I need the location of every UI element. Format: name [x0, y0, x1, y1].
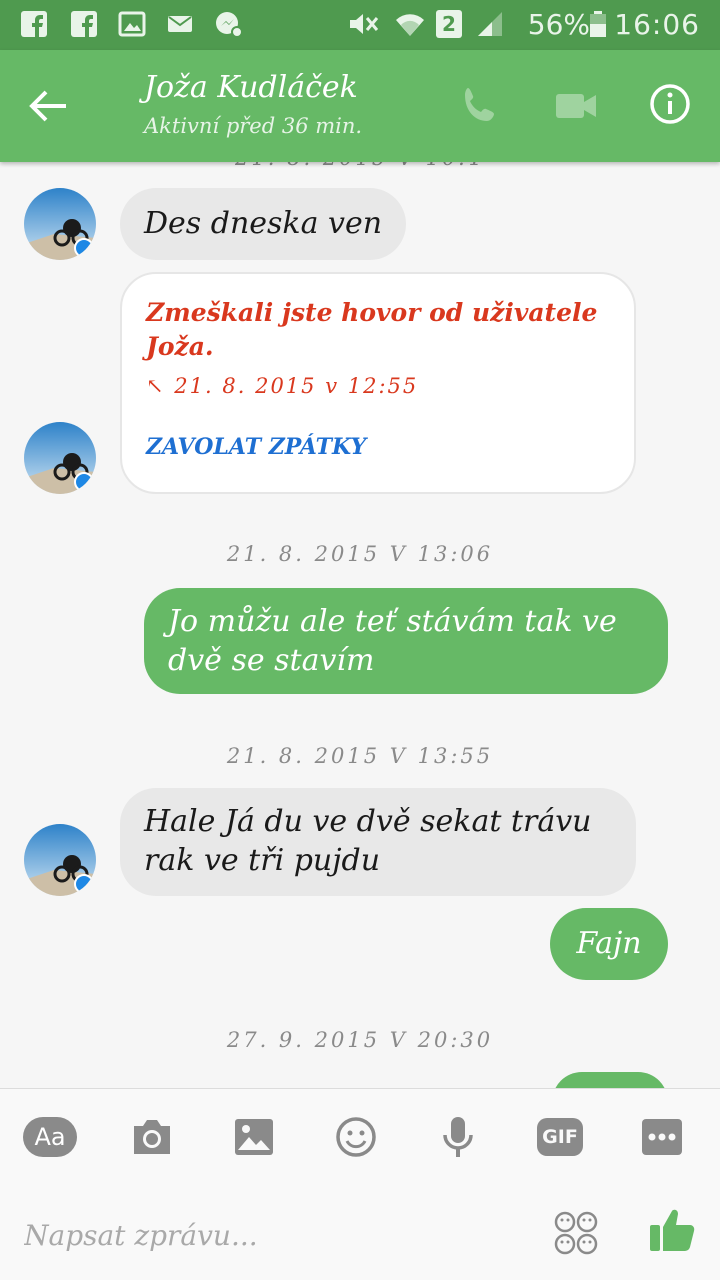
missed-call-text: Zmeškali jste hovor od uživatele Joža.	[146, 298, 598, 361]
more-button[interactable]	[632, 1109, 692, 1165]
battery-percent: 56%	[527, 8, 590, 41]
timestamp: 21. 8. 2015 V 10:1	[0, 162, 720, 170]
messenger-badge-icon	[74, 472, 94, 492]
mute-icon	[350, 14, 379, 34]
gif-label: GIF	[537, 1118, 583, 1156]
like-button[interactable]	[646, 1203, 698, 1255]
info-icon[interactable]	[648, 82, 692, 126]
sticker-icon	[554, 1211, 598, 1255]
facebook-icon	[21, 11, 47, 38]
message-input[interactable]	[24, 1213, 524, 1257]
timestamp: 21. 8. 2015 V 13:06	[226, 542, 494, 566]
clock: 16:06	[614, 8, 700, 41]
outgoing-message-partial[interactable]	[552, 1072, 668, 1088]
camera-icon	[134, 1120, 170, 1154]
timestamp: 27. 9. 2015 V 20:30	[226, 1028, 494, 1052]
outgoing-message[interactable]: Fajn	[550, 908, 668, 980]
text-format-button[interactable]: Aa	[22, 1109, 78, 1165]
outgoing-message[interactable]: Jo můžu ale teť stávám tak ve dvě se sta…	[144, 588, 668, 694]
voice-button[interactable]	[428, 1109, 488, 1165]
avatar[interactable]	[24, 824, 96, 896]
message-composer: Aa GIF	[0, 1088, 720, 1280]
emoji-button[interactable]	[326, 1109, 386, 1165]
sim-badge: 2	[436, 10, 462, 38]
like-icon	[650, 1209, 695, 1251]
avatar[interactable]	[24, 422, 96, 494]
status-bar: 2 56% 16:06	[0, 0, 720, 50]
gif-button[interactable]: GIF	[530, 1109, 590, 1165]
messenger-badge-icon	[74, 238, 94, 258]
missed-call-arrow-icon: ↖	[146, 374, 166, 398]
incoming-message[interactable]: Des dneska ven	[120, 188, 407, 260]
aa-label: Aa	[23, 1117, 77, 1157]
gallery-icon	[118, 11, 146, 37]
image-icon	[235, 1119, 273, 1155]
microphone-icon	[443, 1117, 473, 1157]
battery-icon	[590, 11, 606, 37]
wifi-icon	[396, 14, 424, 36]
back-arrow-icon[interactable]	[22, 80, 74, 132]
incoming-message[interactable]: Hale Já du ve dvě sekat trávu rak ve tři…	[120, 788, 636, 896]
call-back-link[interactable]: ZAVOLAT ZPÁTKY	[146, 434, 366, 460]
phone-icon[interactable]	[456, 82, 504, 130]
conversation-header: Joža Kudláček Aktivní před 36 min.	[0, 50, 720, 162]
gallery-button[interactable]	[224, 1109, 284, 1165]
missed-call-date: ↖ 21. 8. 2015 v 12:55	[146, 374, 419, 398]
video-icon[interactable]	[552, 82, 600, 130]
message-list[interactable]: 21. 8. 2015 V 10:1 Des dneska ven Zmeška…	[0, 162, 720, 1088]
facebook-icon	[71, 11, 97, 38]
mail-icon	[168, 16, 192, 32]
messenger-icon	[216, 12, 242, 38]
signal-icon	[478, 12, 502, 36]
more-icon	[642, 1119, 682, 1155]
messenger-badge-icon	[74, 874, 94, 894]
emoji-icon	[336, 1117, 376, 1157]
timestamp: 21. 8. 2015 V 13:55	[226, 744, 494, 768]
contact-active-status: Aktivní před 36 min.	[144, 114, 363, 138]
avatar[interactable]	[24, 188, 96, 260]
missed-call-card: Zmeškali jste hovor od uživatele Joža. ↖…	[120, 272, 636, 494]
sticker-button[interactable]	[552, 1209, 600, 1257]
contact-name[interactable]: Joža Kudláček	[144, 70, 358, 105]
camera-button[interactable]	[122, 1109, 182, 1165]
